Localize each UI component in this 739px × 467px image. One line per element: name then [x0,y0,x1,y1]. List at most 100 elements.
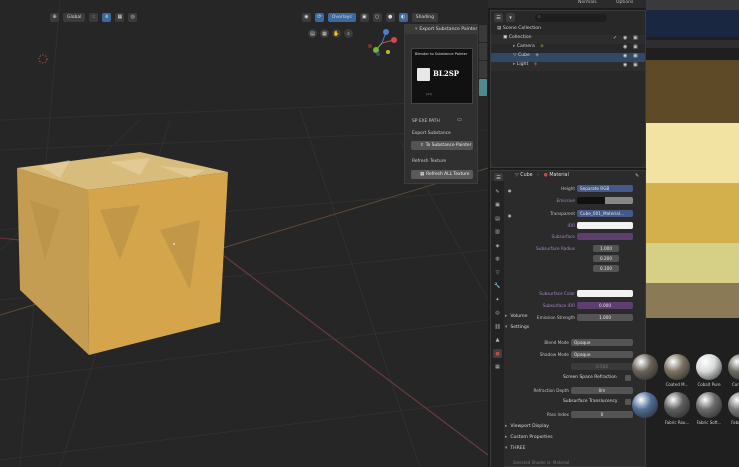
camera-render-icon[interactable]: ▣ [633,35,638,41]
panel-title[interactable]: ▾ Export Substance Painter [405,25,479,34]
outliner-row-collection[interactable]: ▣ Collection ✓ ◉ ▣ [491,35,645,44]
material-thumbnail[interactable] [728,392,739,418]
tool-icon[interactable]: ✎ [493,187,502,196]
view-layer-icon[interactable]: ▥ [493,228,502,237]
pass-index-field[interactable]: 0 [571,411,633,418]
screen-space-refraction-checkbox[interactable] [625,375,631,381]
height-field[interactable]: Separate RGB [577,185,633,192]
transform-orientation-select[interactable]: Global [63,12,86,22]
normals-menu[interactable]: Normals [578,0,597,5]
snap-icon[interactable]: ⋔ [102,12,112,22]
pivot-icon[interactable]: ⁙ [89,12,99,22]
object-icon[interactable]: ▽ [493,268,502,277]
world-icon[interactable]: ◍ [493,255,502,264]
camera-render-icon[interactable]: ▣ [633,62,638,68]
mesh-object-icon: ▽ [513,53,517,58]
material-thumbnail[interactable] [696,392,722,418]
modifier-icon[interactable]: 🔧 [493,282,502,291]
volume-section[interactable]: ▸ Volume [505,314,645,323]
viewport-display-section[interactable]: ▸ Viewport Display [505,424,645,433]
camera-render-icon[interactable]: ▣ [633,44,638,50]
settings-section[interactable]: ▾ Settings [505,325,645,334]
3d-viewport[interactable]: ⊕ Global ⁙ ⋔ ▦ ◎ ◉ ⟳ Overlays ▣ ○ ● ◐ Sh… [0,0,488,467]
mesh-object-icon: ▽ [515,173,519,178]
solid-shading-icon[interactable]: ● [385,12,395,22]
navigation-gizmo[interactable] [364,26,400,60]
output-icon[interactable]: ▤ [493,214,502,223]
sidebar-tab-tool[interactable] [479,43,487,60]
subsurface-color-label: Subsurface Color [539,291,575,296]
material-thumbnail[interactable] [664,392,690,418]
subsurface-radius-z[interactable]: 0.100 [593,265,619,272]
outliner: ☰ ▾ ⌕ ▤ Scene Collection ▣ Collection ✓ … [490,10,646,168]
material-thumbnail[interactable] [696,354,722,380]
properties-editor: ☰ ▽ Cube › ● Material ✎ ✎ ▣ ▤ ▥ ◈ ◍ ▽ 🔧 ✦ ◎ ⛓ ▲ ● ▦ H… [490,170,646,467]
proportional-edit-icon[interactable]: ◎ [128,12,138,22]
eye-icon[interactable]: ◉ [623,53,627,59]
pan-icon[interactable]: ✋ [332,29,341,38]
subsurface-translucency-checkbox[interactable] [625,399,631,405]
material-thumbnail[interactable] [632,354,658,380]
shading-dropdown[interactable]: Shading [411,12,438,22]
gizmo-toggle-icon[interactable]: ⟳ [314,12,324,22]
constraints-icon[interactable]: ⛓ [493,322,502,331]
particles-icon[interactable]: ✦ [493,295,502,304]
render-icon[interactable]: ▣ [493,201,502,210]
eye-icon[interactable]: ◉ [623,62,627,68]
outliner-row-scene-collection[interactable]: ▤ Scene Collection [491,26,645,35]
material-thumbnail[interactable] [632,392,658,418]
sidebar-tab-view[interactable] [479,61,487,78]
material-thumbnail[interactable] [664,354,690,380]
snap-target-icon[interactable]: ▦ [115,12,125,22]
ior-field[interactable] [577,222,633,229]
blend-mode-select[interactable]: Opaque [571,339,633,346]
shadow-mode-select[interactable]: Opaque [571,351,633,358]
emissive-color-swatch[interactable] [577,197,633,204]
perspective-icon[interactable]: ▦ [320,29,329,38]
search-icon: ⌕ [538,14,541,20]
refresh-all-texture-button[interactable]: ▦ Refresh ALL Texture [411,170,473,179]
wireframe-shading-icon[interactable]: ○ [372,12,382,22]
outliner-row-camera[interactable]: ▸ Camera ◈ ◉ ▣ [491,44,645,53]
three-section[interactable]: ▾ THREE [505,446,645,455]
refraction-depth-field[interactable]: 0m [571,387,633,394]
eye-icon[interactable]: ◉ [623,44,627,50]
addon-sidebar-panel: ▾ Export Substance Painter Blender to Sub… [404,24,479,184]
texture-icon[interactable]: ▦ [493,363,502,372]
pin-icon[interactable]: ✎ [635,173,639,179]
sidebar-tab-bl2sp[interactable] [479,79,487,96]
checkbox-icon[interactable]: ✓ [613,35,617,41]
filter-icon[interactable]: ▾ [506,13,515,22]
options-menu[interactable]: Options [616,0,633,5]
sidebar-tab-item[interactable] [479,25,487,42]
scene-icon[interactable]: ◈ [493,241,502,250]
outliner-row-light[interactable]: ▸ Light ◈ ◉ ▣ [491,62,645,71]
physics-icon[interactable]: ◎ [493,309,502,318]
subsurface-radius-x[interactable]: 1.000 [593,245,619,252]
overlays-button[interactable]: Overlays [327,12,356,22]
zoom-icon[interactable]: ⌕ [344,29,353,38]
folder-icon[interactable]: ▭ [457,117,465,125]
subsurface-radius-y[interactable]: 0.200 [593,255,619,262]
material-thumbnail[interactable] [728,354,739,380]
material-shading-icon[interactable]: ◐ [398,12,408,22]
visibility-icon[interactable]: ◉ [301,12,311,22]
subsurface-color-swatch[interactable] [577,290,633,297]
subsurface-ior-field[interactable]: 0.000 [577,302,633,309]
height-label: Height [561,186,575,191]
outliner-search-input[interactable]: ⌕ [535,14,607,22]
eye-icon[interactable]: ◉ [623,35,627,41]
camera-render-icon[interactable]: ▣ [633,53,638,59]
outliner-row-cube[interactable]: ▽ Cube ◈ ◉ ▣ [491,53,645,62]
editor-type-icon[interactable]: ☰ [494,13,503,22]
to-substance-painter-button[interactable]: ⇪ To Substance Painter [411,141,473,150]
transparent-field[interactable]: Cube_001_Material... [577,210,633,217]
right-header-blue-band [646,10,739,37]
xray-icon[interactable]: ▣ [359,12,369,22]
camera-view-icon[interactable]: ▤ [308,29,317,38]
subsurface-field[interactable] [577,233,633,240]
orientation-icon[interactable]: ⊕ [50,12,59,22]
texture-image[interactable] [646,60,739,318]
clip-threshold-field[interactable]: 0.500 [571,363,633,370]
custom-properties-section[interactable]: ▸ Custom Properties [505,435,645,444]
